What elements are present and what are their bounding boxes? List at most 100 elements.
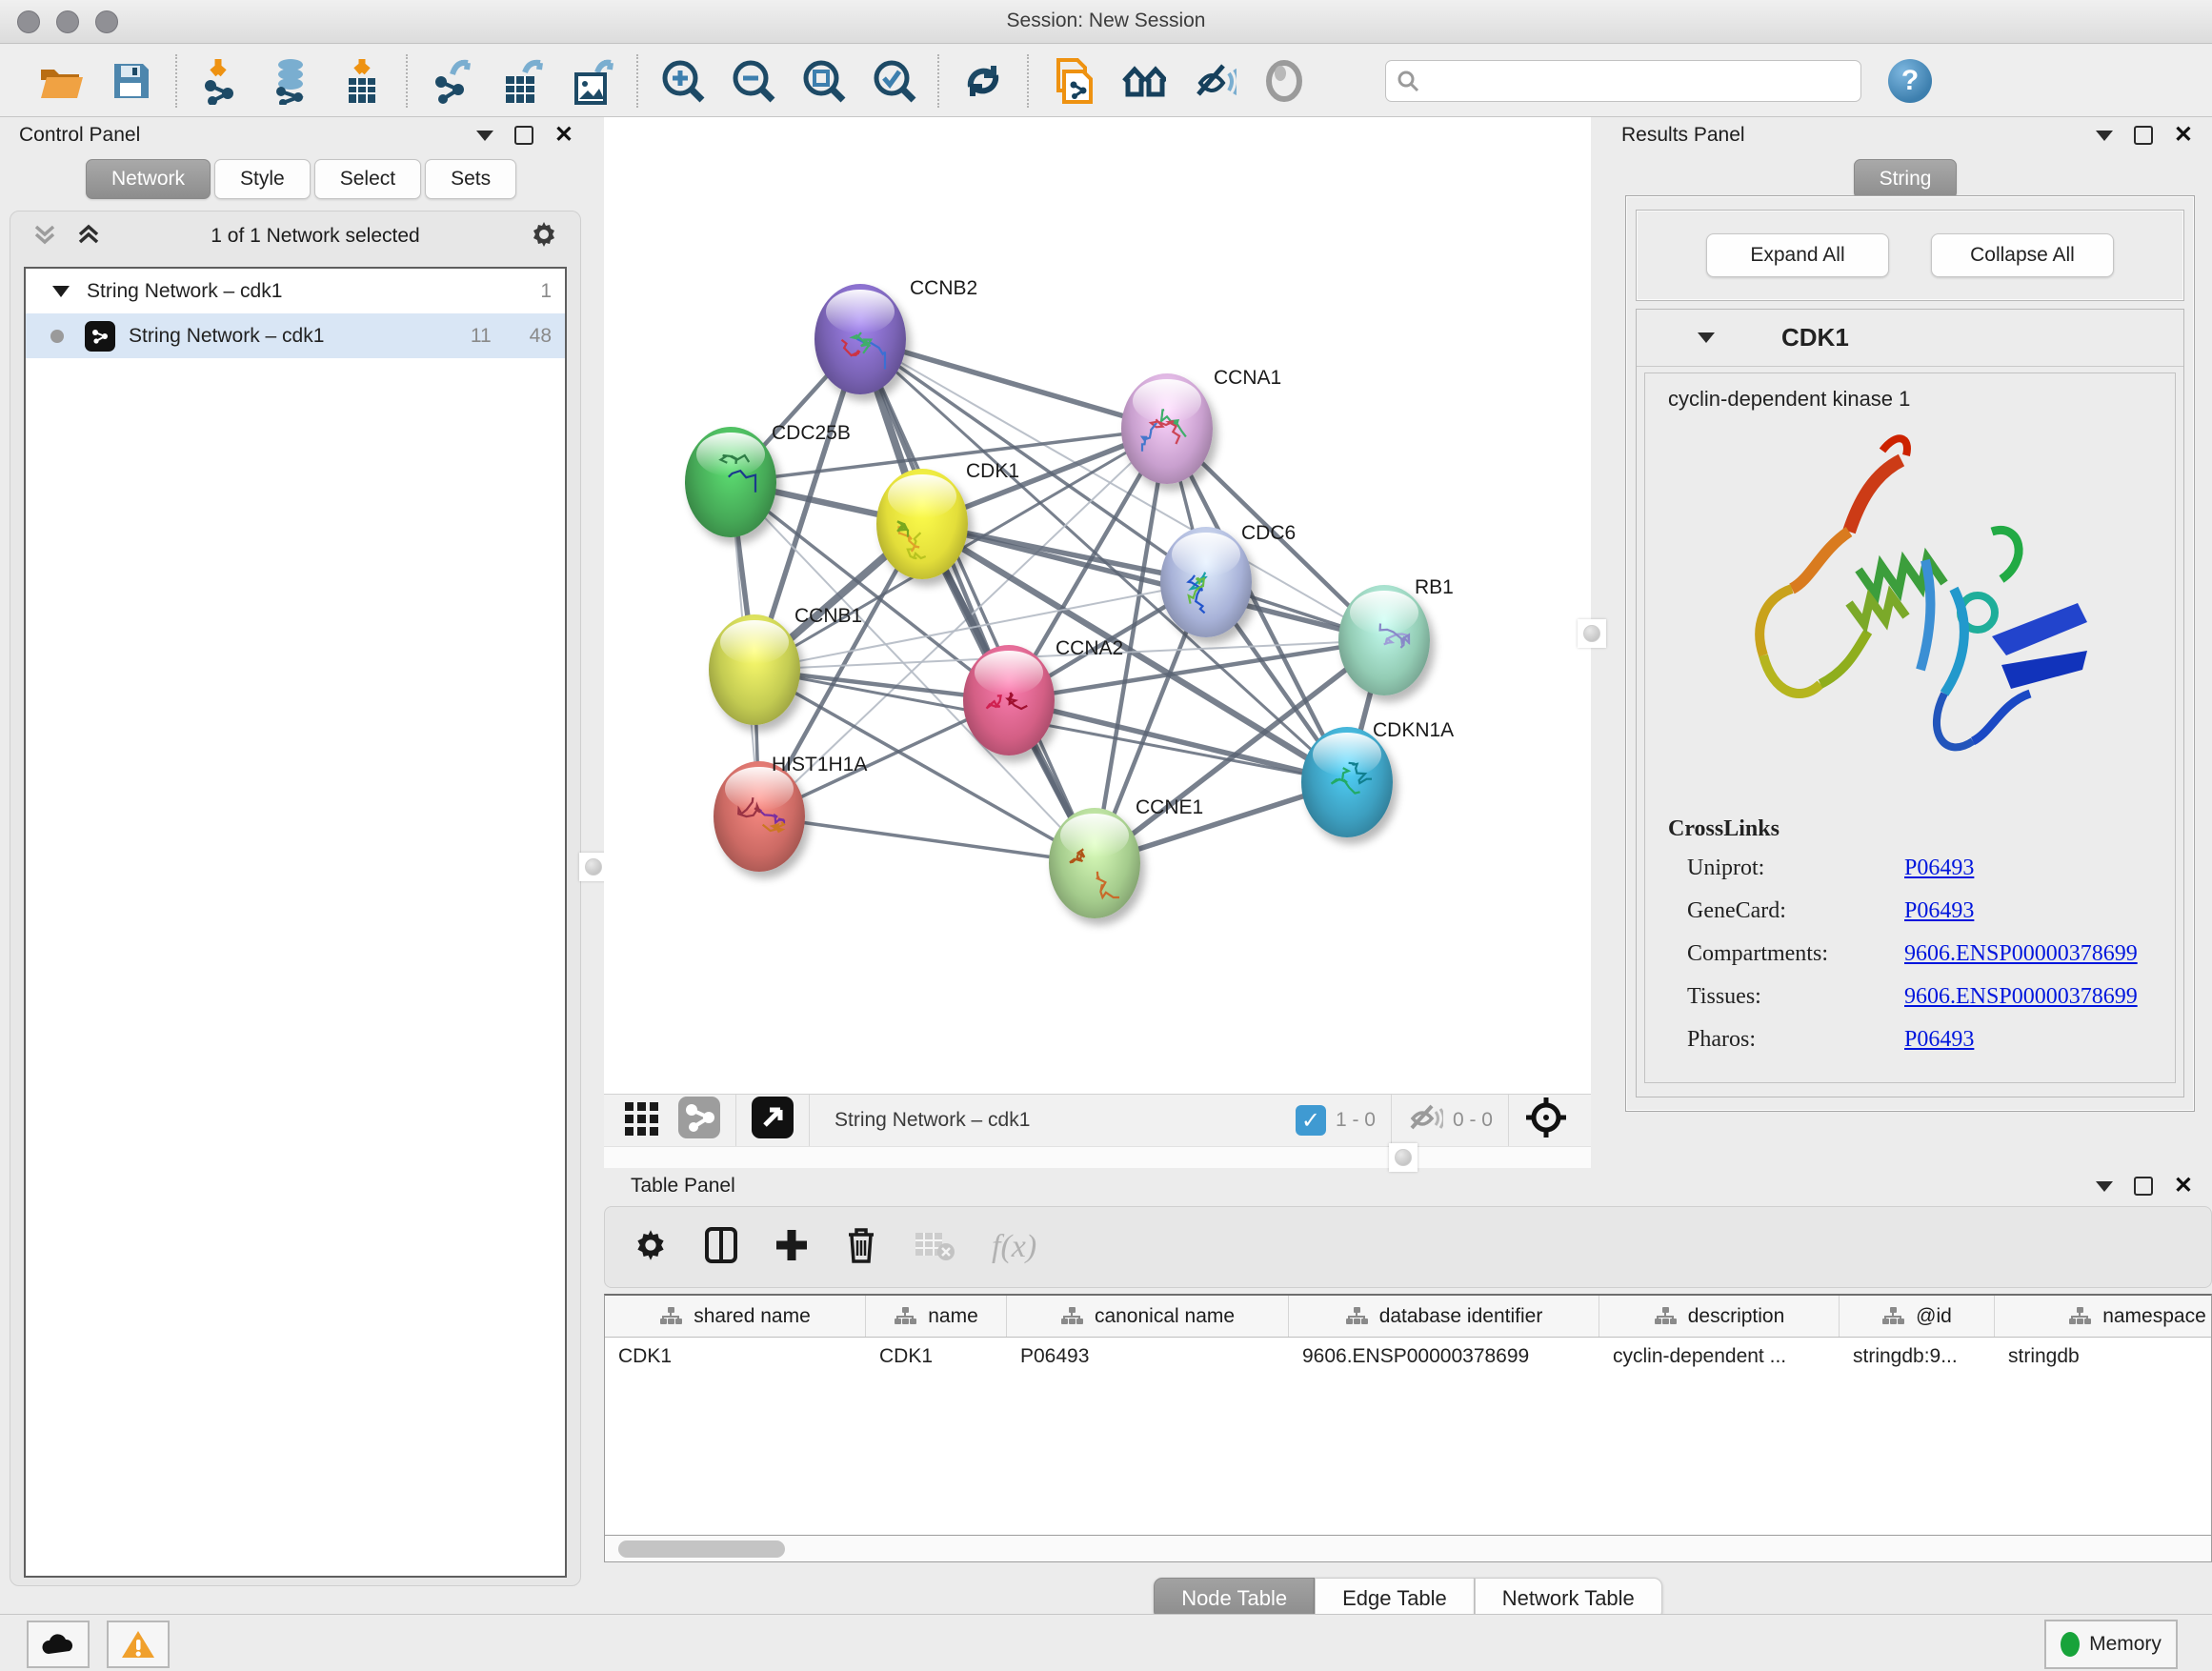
table-cell[interactable]: 9606.ENSP00000378699 <box>1289 1338 1599 1379</box>
network-edge[interactable] <box>922 524 1384 640</box>
network-node-CCNE1[interactable] <box>1049 808 1140 918</box>
control-panel-close-icon[interactable]: ✕ <box>554 126 573 145</box>
collapse-all-button[interactable]: Collapse All <box>1931 233 2114 277</box>
table-cell[interactable]: CDK1 <box>866 1338 1007 1379</box>
zoom-out-icon[interactable] <box>730 58 775 104</box>
hidden-elements-eye-icon[interactable] <box>1407 1101 1443 1139</box>
main-toolbar: ? <box>0 45 2212 117</box>
network-node-CCNB1[interactable] <box>709 614 800 725</box>
network-node-CCNA1[interactable] <box>1121 373 1213 484</box>
fit-selection-crosshair-icon[interactable] <box>1524 1096 1568 1145</box>
memory-label: Memory <box>2089 1633 2162 1656</box>
show-all-icon[interactable] <box>1261 58 1307 104</box>
show-columns-icon[interactable] <box>704 1226 738 1269</box>
grid-view-icon[interactable] <box>623 1098 661 1142</box>
network-collection-row[interactable]: String Network – cdk1 1 <box>26 269 565 313</box>
crosslink-uniprot-link[interactable]: P06493 <box>1904 856 1974 881</box>
gene-section-header[interactable]: CDK1 <box>1637 310 2183 367</box>
column-header-name[interactable]: name <box>866 1296 1007 1337</box>
crosslink-compartments-link[interactable]: 9606.ENSP00000378699 <box>1904 941 2138 967</box>
network-table-splitter[interactable] <box>604 1146 1591 1168</box>
tab-string[interactable]: String <box>1854 159 1958 199</box>
column-header-description[interactable]: description <box>1599 1296 1840 1337</box>
save-session-icon[interactable] <box>109 58 154 104</box>
column-header-shared-name[interactable]: shared name <box>605 1296 866 1337</box>
results-panel-menu-icon[interactable] <box>2096 131 2113 141</box>
network-node-CDC6[interactable] <box>1160 527 1252 637</box>
network-share-view-icon[interactable] <box>678 1097 720 1144</box>
zoom-in-icon[interactable] <box>659 58 705 104</box>
gene-expander-icon[interactable] <box>1698 332 1715 343</box>
duplicate-network-icon[interactable] <box>1050 58 1096 104</box>
network-edge[interactable] <box>759 816 1095 863</box>
table-cell[interactable]: stringdb:9... <box>1840 1338 1995 1379</box>
hide-selected-icon[interactable] <box>1191 58 1237 104</box>
table-cell[interactable]: CDK1 <box>605 1338 866 1379</box>
network-node-CDC25B[interactable] <box>685 427 776 537</box>
update-network-icon[interactable] <box>960 58 1006 104</box>
tab-style[interactable]: Style <box>214 159 311 199</box>
crosslink-tissues-link[interactable]: 9606.ENSP00000378699 <box>1904 984 2138 1010</box>
table-cell[interactable]: P06493 <box>1007 1338 1289 1379</box>
search-input[interactable] <box>1385 60 1861 102</box>
export-table-icon[interactable] <box>499 58 545 104</box>
table-row[interactable]: CDK1CDK1P064939606.ENSP00000378699cyclin… <box>605 1338 2211 1379</box>
network-canvas[interactable]: CCNB2CCNA1CDC25BCDK1CDC6RB1CCNB1CCNA2CDK… <box>604 117 1591 1094</box>
tab-network[interactable]: Network <box>86 159 211 199</box>
column-header-namespace[interactable]: namespace <box>1995 1296 2212 1337</box>
network-node-HIST1H1A[interactable] <box>714 761 805 872</box>
results-panel-title: Results Panel <box>1621 124 1745 147</box>
table-panel-menu-icon[interactable] <box>2096 1181 2113 1192</box>
network-node-CDKN1A[interactable] <box>1301 727 1393 837</box>
table-panel-close-icon[interactable]: ✕ <box>2174 1177 2193 1196</box>
column-header-canonical-name[interactable]: canonical name <box>1007 1296 1289 1337</box>
results-panel-float-icon[interactable] <box>2134 126 2153 145</box>
import-table-icon[interactable] <box>339 58 385 104</box>
table-hscrollbar[interactable] <box>604 1536 2212 1562</box>
table-options-gear-icon[interactable] <box>633 1228 668 1267</box>
add-column-icon[interactable] <box>774 1226 809 1269</box>
results-panel-close-icon[interactable]: ✕ <box>2174 126 2193 145</box>
export-network-icon[interactable] <box>429 58 474 104</box>
collection-expander-icon[interactable] <box>52 286 70 297</box>
network-node-CCNA2[interactable] <box>963 645 1055 755</box>
network-node-CCNB2[interactable] <box>814 284 906 394</box>
import-network-database-icon[interactable] <box>269 58 314 104</box>
table-cell[interactable]: stringdb <box>1995 1338 2212 1379</box>
table-hscrollbar-thumb[interactable] <box>618 1540 785 1558</box>
column-header-database-identifier[interactable]: database identifier <box>1289 1296 1599 1337</box>
column-header--id[interactable]: @id <box>1840 1296 1995 1337</box>
zoom-fit-icon[interactable] <box>800 58 846 104</box>
table-cell[interactable]: cyclin-dependent ... <box>1599 1338 1840 1379</box>
delete-column-icon[interactable] <box>845 1225 877 1270</box>
table-panel-float-icon[interactable] <box>2134 1177 2153 1196</box>
control-panel-menu-icon[interactable] <box>476 131 493 141</box>
collapse-all-networks-icon[interactable] <box>31 221 58 252</box>
crosslink-genecard-link[interactable]: P06493 <box>1904 898 1974 924</box>
network-row[interactable]: String Network – cdk1 11 48 <box>26 313 565 358</box>
expand-all-button[interactable]: Expand All <box>1706 233 1889 277</box>
control-panel-float-icon[interactable] <box>514 126 533 145</box>
crosslink-pharos-link[interactable]: P06493 <box>1904 1027 1974 1053</box>
export-image-icon[interactable] <box>570 58 615 104</box>
tab-sets[interactable]: Sets <box>425 159 516 199</box>
birds-eye-view-icon[interactable] <box>752 1097 794 1144</box>
help-button[interactable]: ? <box>1888 59 1932 103</box>
network-node-RB1[interactable] <box>1338 585 1430 695</box>
tab-select[interactable]: Select <box>314 159 421 199</box>
open-session-icon[interactable] <box>38 58 84 104</box>
zoom-selected-icon[interactable] <box>871 58 916 104</box>
first-neighbors-icon[interactable] <box>1120 58 1166 104</box>
cloud-status-button[interactable] <box>27 1621 90 1668</box>
memory-button[interactable]: Memory <box>2044 1620 2178 1669</box>
node-table[interactable]: shared namenamecanonical namedatabase id… <box>604 1294 2212 1536</box>
network-options-gear-icon[interactable] <box>529 219 559 254</box>
network-edge[interactable] <box>860 339 1095 863</box>
selected-nodes-checkbox-icon[interactable]: ✓ <box>1296 1105 1326 1136</box>
network-node-CDK1[interactable] <box>876 469 968 579</box>
network-view-title: String Network – cdk1 <box>835 1109 1030 1132</box>
expand-all-networks-icon[interactable] <box>75 221 102 252</box>
warnings-button[interactable] <box>107 1621 170 1668</box>
network-edge[interactable] <box>860 339 1167 429</box>
import-network-icon[interactable] <box>198 58 244 104</box>
